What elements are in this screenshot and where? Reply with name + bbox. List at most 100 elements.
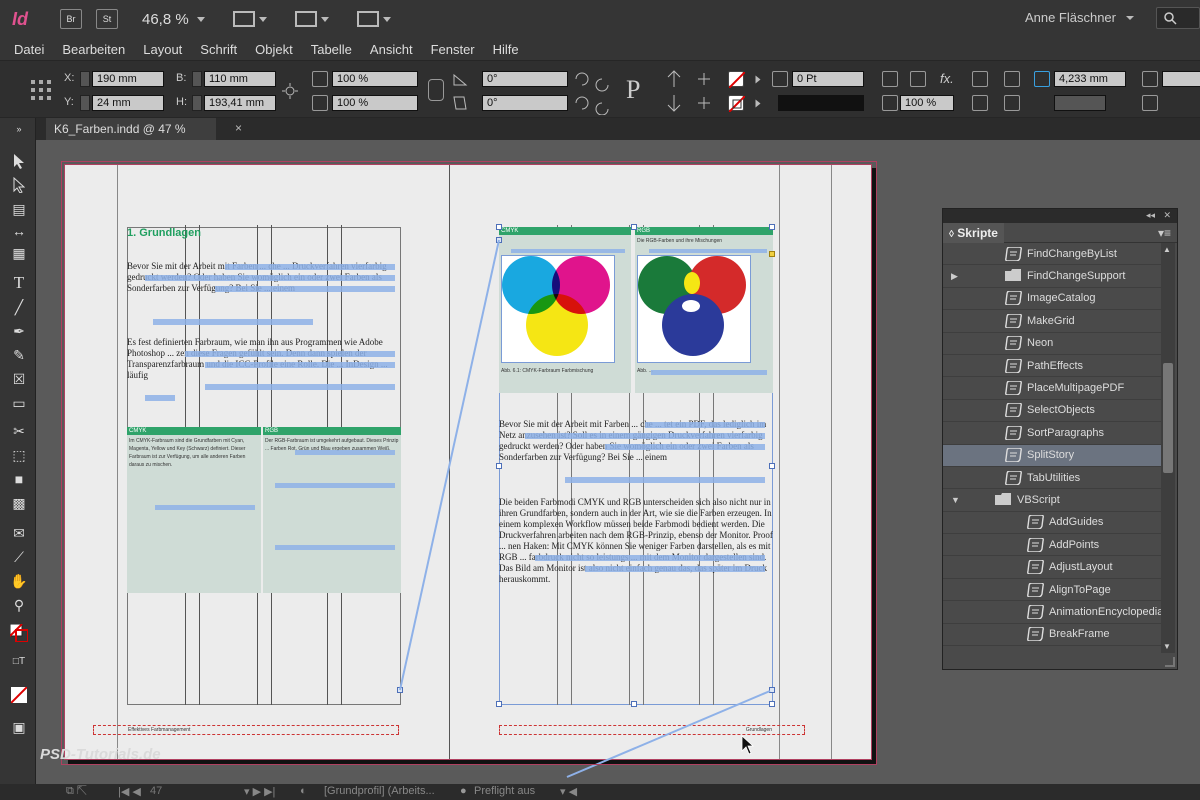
columns-icon[interactable] xyxy=(1142,71,1158,87)
toolbox-collapse-icon[interactable]: » xyxy=(10,120,28,138)
view-options-button[interactable] xyxy=(232,11,267,27)
text-frame-options-icon[interactable] xyxy=(972,71,988,87)
gradient-feather-tool-icon[interactable]: ▩ xyxy=(10,494,28,512)
screen-mode-icon[interactable]: ▣ xyxy=(10,718,28,736)
flip-buttons-icon[interactable] xyxy=(664,69,724,113)
frame-handle-tl[interactable] xyxy=(496,224,502,230)
y-position-field[interactable]: 24 mm xyxy=(92,95,164,111)
drop-shadow-icon[interactable] xyxy=(910,71,926,87)
menu-datei[interactable]: Datei xyxy=(14,42,44,57)
pen-tool-icon[interactable]: ✒ xyxy=(10,322,28,340)
scrollbar-thumb[interactable] xyxy=(1163,363,1173,473)
menu-fenster[interactable]: Fenster xyxy=(431,42,475,57)
corner-options-handle[interactable] xyxy=(769,251,775,257)
stroke-weight-field[interactable]: 0 Pt xyxy=(792,71,864,87)
column-width-icon[interactable] xyxy=(1142,95,1158,111)
frame-fitting-icon[interactable] xyxy=(1004,71,1020,87)
menu-schrift[interactable]: Schrift xyxy=(200,42,237,57)
script-item[interactable]: TabUtilities xyxy=(943,467,1161,490)
script-folder-item[interactable]: ▼ VBScript xyxy=(943,489,1161,512)
line-tool-icon[interactable]: ╱ xyxy=(10,298,28,316)
rotation-field[interactable]: 0° xyxy=(482,71,568,87)
corner-shape-dropdown[interactable] xyxy=(1054,95,1106,111)
rectangle-frame-tool-icon[interactable]: ☒ xyxy=(10,370,28,388)
frame-handle-tc[interactable] xyxy=(631,224,637,230)
disclosure-expanded-icon[interactable]: ▼ xyxy=(951,495,960,505)
panel-menu-icon[interactable]: ▾≡ xyxy=(1158,226,1171,240)
right-paragraph-2[interactable]: Die beiden Farbmodi CMYK und RGB untersc… xyxy=(499,497,773,607)
collapse-panel-icon[interactable]: ◂◂ xyxy=(1146,210,1155,221)
scale-x-field[interactable]: 100 % xyxy=(332,71,418,87)
script-item[interactable]: AnimationEncyclopedia xyxy=(943,601,1161,624)
preflight-status[interactable]: Preflight aus xyxy=(474,785,535,797)
stroke-menu-arrow-icon[interactable] xyxy=(755,99,761,108)
reference-point-icon[interactable] xyxy=(30,79,52,101)
script-item[interactable]: SelectObjects xyxy=(943,400,1161,423)
first-page-icon[interactable]: |◀ ◀ xyxy=(118,785,141,798)
fill-color-swatch[interactable] xyxy=(728,71,746,89)
x-position-field[interactable]: 190 mm xyxy=(92,71,164,87)
pencil-tool-icon[interactable]: ✎ xyxy=(10,346,28,364)
script-item[interactable]: FindChangeByList xyxy=(943,243,1161,266)
cmyk-diagram[interactable] xyxy=(501,255,615,363)
script-item[interactable]: AddPoints xyxy=(943,534,1161,557)
width-field[interactable]: 110 mm xyxy=(204,71,276,87)
script-item[interactable]: Neon xyxy=(943,333,1161,355)
gradient-swatch-tool-icon[interactable]: ■ xyxy=(10,470,28,488)
script-item[interactable]: PathEffects xyxy=(943,355,1161,378)
frame-handle-tr[interactable] xyxy=(769,224,775,230)
height-stepper[interactable] xyxy=(192,95,202,111)
script-item[interactable]: AlignToPage xyxy=(943,579,1161,602)
content-fit-icon[interactable] xyxy=(1004,95,1020,111)
bridge-button[interactable]: Br xyxy=(60,9,82,29)
search-field[interactable] xyxy=(1156,7,1200,29)
formatting-affects-icon[interactable]: □T xyxy=(10,652,28,670)
zoom-tool-icon[interactable]: ⚲ xyxy=(10,596,28,614)
scripts-tab[interactable]: ◊ Skripte xyxy=(943,222,1004,243)
effects-icon[interactable]: fx. xyxy=(940,71,954,86)
script-item[interactable]: ImageCatalog xyxy=(943,288,1161,311)
next-page-icon[interactable]: ▾ ▶ ▶| xyxy=(244,785,275,798)
menu-bearbeiten[interactable]: Bearbeiten xyxy=(62,42,125,57)
scroll-down-icon[interactable]: ▼ xyxy=(1163,642,1171,651)
constrain-proportions-icon[interactable] xyxy=(282,83,298,99)
eyedropper-tool-icon[interactable]: ⟋ xyxy=(10,548,28,566)
section-heading[interactable]: 1. Grundlagen xyxy=(127,227,201,239)
gap-tool-icon[interactable]: ↔ xyxy=(10,222,28,240)
x-stepper[interactable] xyxy=(80,71,90,87)
disclosure-collapsed-icon[interactable]: ▶ xyxy=(951,271,958,282)
opacity-field[interactable]: 100 % xyxy=(900,95,954,111)
columns-field[interactable] xyxy=(1162,71,1200,87)
script-folder-item[interactable]: ▶ FindChangeSupport xyxy=(943,265,1161,288)
close-icon[interactable]: × xyxy=(235,121,242,135)
script-item[interactable]: PlaceMultipagePDF xyxy=(943,377,1161,400)
direct-selection-tool-icon[interactable] xyxy=(10,176,28,194)
panel-resize-handle[interactable] xyxy=(1165,657,1175,667)
fill-stroke-swatch-icon[interactable] xyxy=(10,624,28,642)
frame-handle-bl[interactable] xyxy=(496,701,502,707)
scroll-up-icon[interactable]: ▲ xyxy=(1163,245,1171,254)
script-item[interactable]: MakeGrid xyxy=(943,310,1161,333)
close-icon[interactable]: ✕ xyxy=(1163,210,1171,221)
menu-tabelle[interactable]: Tabelle xyxy=(311,42,352,57)
scissors-tool-icon[interactable]: ✂ xyxy=(10,422,28,440)
hand-tool-icon[interactable]: ✋ xyxy=(10,572,28,590)
page-spread[interactable]: 1. Grundlagen Bevor Sie mit der Arbeit m… xyxy=(61,161,877,778)
menu-ansicht[interactable]: Ansicht xyxy=(370,42,413,57)
script-item[interactable]: SortParagraphs xyxy=(943,422,1161,445)
script-item[interactable]: BreakFrame xyxy=(943,624,1161,647)
shear-field[interactable]: 0° xyxy=(482,95,568,111)
stock-button[interactable]: St xyxy=(96,9,118,29)
document-canvas[interactable]: 1. Grundlagen Bevor Sie mit der Arbeit m… xyxy=(36,140,1200,784)
left-footer[interactable]: Effektives Farbmanagement xyxy=(93,725,399,735)
type-tool-icon[interactable]: T xyxy=(10,273,28,292)
rotate-buttons-icon[interactable] xyxy=(572,69,618,115)
auto-fit-icon[interactable] xyxy=(972,95,988,111)
right-paragraph-1[interactable]: Bevor Sie mit der Arbeit mit Farben ... … xyxy=(499,419,773,495)
preflight-menu-icon[interactable]: ▾ ◀ xyxy=(560,785,577,798)
height-field[interactable]: 193,41 mm xyxy=(204,95,276,111)
note-tool-icon[interactable]: ✉ xyxy=(10,524,28,542)
script-item[interactable]: AddGuides xyxy=(943,512,1161,535)
script-item[interactable]: AdjustLayout xyxy=(943,556,1161,579)
path-type-icon[interactable]: P xyxy=(626,75,640,105)
